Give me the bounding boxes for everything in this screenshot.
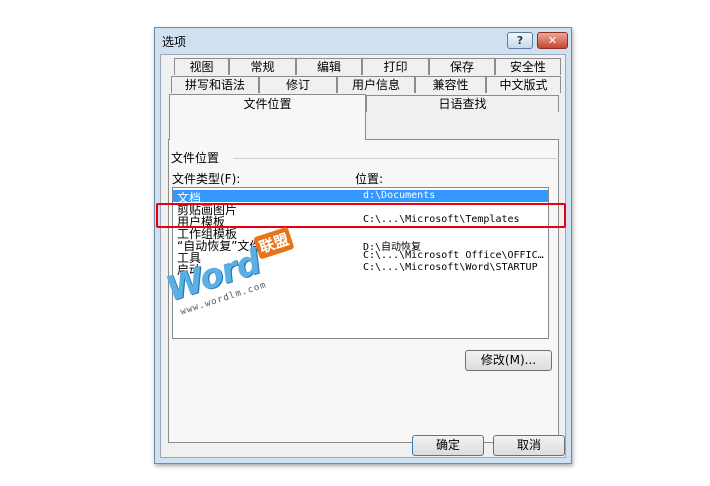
ok-button[interactable]: 确定 [412, 435, 484, 456]
tab-security[interactable]: 安全性 [495, 58, 561, 75]
tab-print[interactable]: 打印 [362, 58, 429, 75]
tab-japanese-find[interactable]: 日语查找 [366, 95, 559, 112]
tab-spelling-grammar[interactable]: 拼写和语法 [171, 76, 259, 93]
location-header: 位置: [355, 172, 384, 186]
group-divider [233, 158, 559, 159]
group-title: 文件位置 [171, 151, 220, 165]
modify-button[interactable]: 修改(M)... [465, 350, 552, 371]
list-row[interactable]: 剪贴画图片 [173, 202, 548, 217]
tab-save[interactable]: 保存 [429, 58, 495, 75]
row-location: C:\...\Microsoft\Word\STARTUP [363, 262, 538, 273]
title-bar[interactable]: 选项 ? ✕ [155, 28, 571, 54]
help-button[interactable]: ? [507, 32, 533, 49]
tab-file-locations[interactable]: 文件位置 [169, 94, 366, 140]
row-location: C:\...\Microsoft Office\OFFIC… [363, 250, 544, 261]
file-type-header: 文件类型(F): [172, 172, 241, 186]
tab-edit[interactable]: 编辑 [296, 58, 362, 75]
tab-user-info[interactable]: 用户信息 [337, 76, 415, 93]
row-location: C:\...\Microsoft\Templates [363, 214, 520, 225]
tab-view[interactable]: 视图 [174, 58, 229, 75]
row-location: d:\Documents [363, 190, 436, 201]
tab-general[interactable]: 常规 [229, 58, 296, 75]
options-dialog: 选项 ? ✕ 视图 常规 编辑 打印 保存 安全性 拼写和语法 修订 用户信息 … [154, 27, 572, 464]
tab-track-changes[interactable]: 修订 [259, 76, 337, 93]
cancel-button[interactable]: 取消 [493, 435, 565, 456]
tab-file-locations-label: 文件位置 [243, 97, 292, 111]
tab-compatibility[interactable]: 兼容性 [415, 76, 486, 93]
close-button[interactable]: ✕ [537, 32, 568, 49]
tab-chinese-typography[interactable]: 中文版式 [486, 76, 561, 93]
dialog-title: 选项 [162, 35, 187, 49]
